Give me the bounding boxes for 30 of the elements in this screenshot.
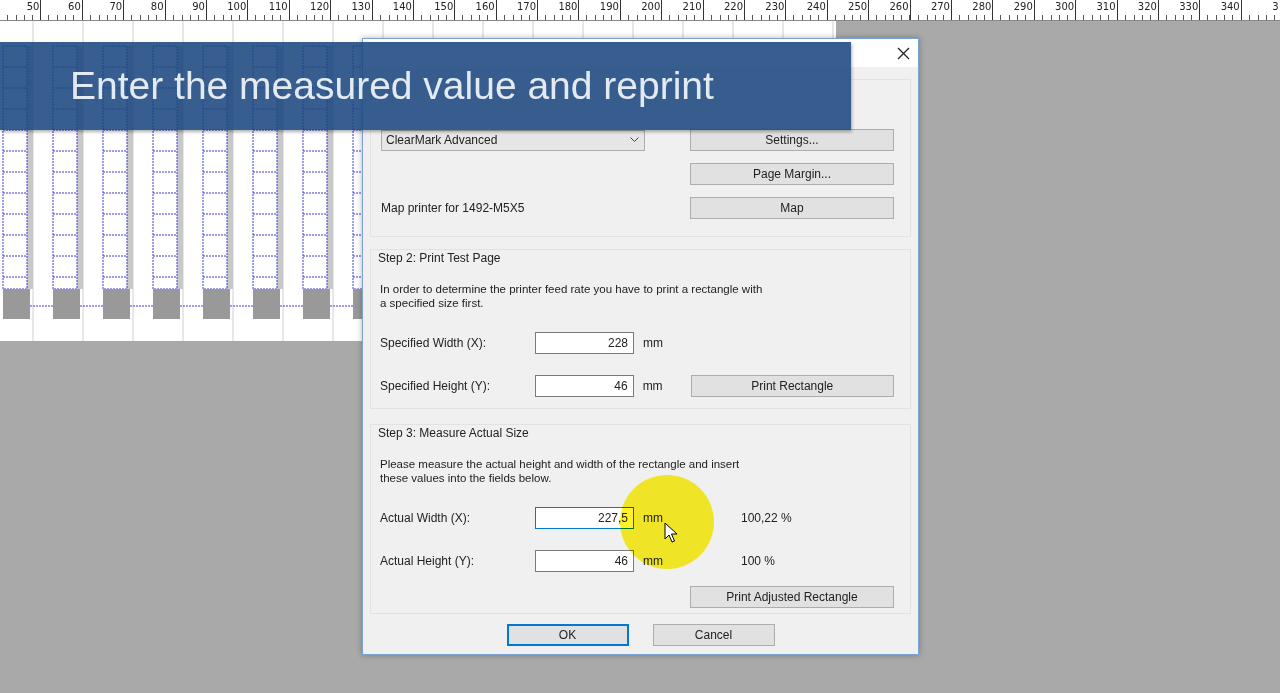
input-field[interactable]: 46 — [535, 550, 634, 572]
percent-label: 100 % — [741, 554, 777, 568]
close-icon[interactable] — [897, 46, 910, 60]
field-label: Specified Height (Y): — [380, 379, 492, 393]
print-adjusted-button[interactable]: Print Adjusted Rectangle — [690, 586, 894, 608]
group-title: Step 3: Measure Actual Size — [378, 426, 530, 440]
unit-label: mm — [643, 554, 664, 568]
unit-label: mm — [642, 379, 664, 393]
instructions-text: In order to determine the printer feed rate you have to print a rectangle with a specified size first. — [380, 282, 764, 310]
page-margin-button[interactable]: Page Margin... — [690, 163, 894, 185]
instructions-text: Please measure the actual height and width of the rectangle and insert these values into the fields below. — [380, 457, 741, 485]
field-label: Actual Height (Y): — [380, 554, 476, 568]
map-label: Map printer for 1492-M5X5 — [381, 201, 525, 215]
caption-text: Enter the measured value and reprint — [70, 64, 714, 108]
unit-label: mm — [643, 336, 664, 350]
input-field[interactable]: 228 — [535, 332, 634, 354]
field-label: Actual Width (X): — [380, 511, 472, 525]
pointer-icon — [664, 522, 678, 544]
group-title: Step 2: Print Test Page — [378, 251, 502, 265]
printer-dropdown[interactable]: ClearMark Advanced — [381, 129, 645, 151]
cancel-button[interactable]: Cancel — [652, 624, 775, 646]
settings-button[interactable]: Settings... — [690, 129, 894, 151]
field-label: Specified Width (X): — [380, 336, 488, 350]
ok-button[interactable]: OK — [506, 624, 629, 646]
print-rectangle-button[interactable]: Print Rectangle — [690, 375, 894, 397]
input-field[interactable]: 46 — [534, 375, 634, 397]
caret-icon — [630, 137, 639, 143]
map-button[interactable]: Map — [690, 197, 894, 219]
unit-label: mm — [643, 511, 664, 525]
percent-label: 100,22 % — [741, 511, 793, 525]
